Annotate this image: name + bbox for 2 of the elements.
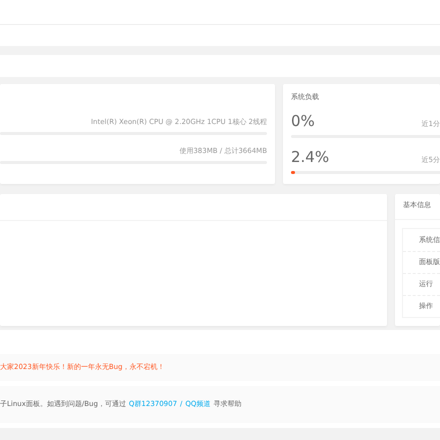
load-value: 2.4%: [291, 150, 330, 165]
load-value: 0%: [291, 114, 315, 129]
